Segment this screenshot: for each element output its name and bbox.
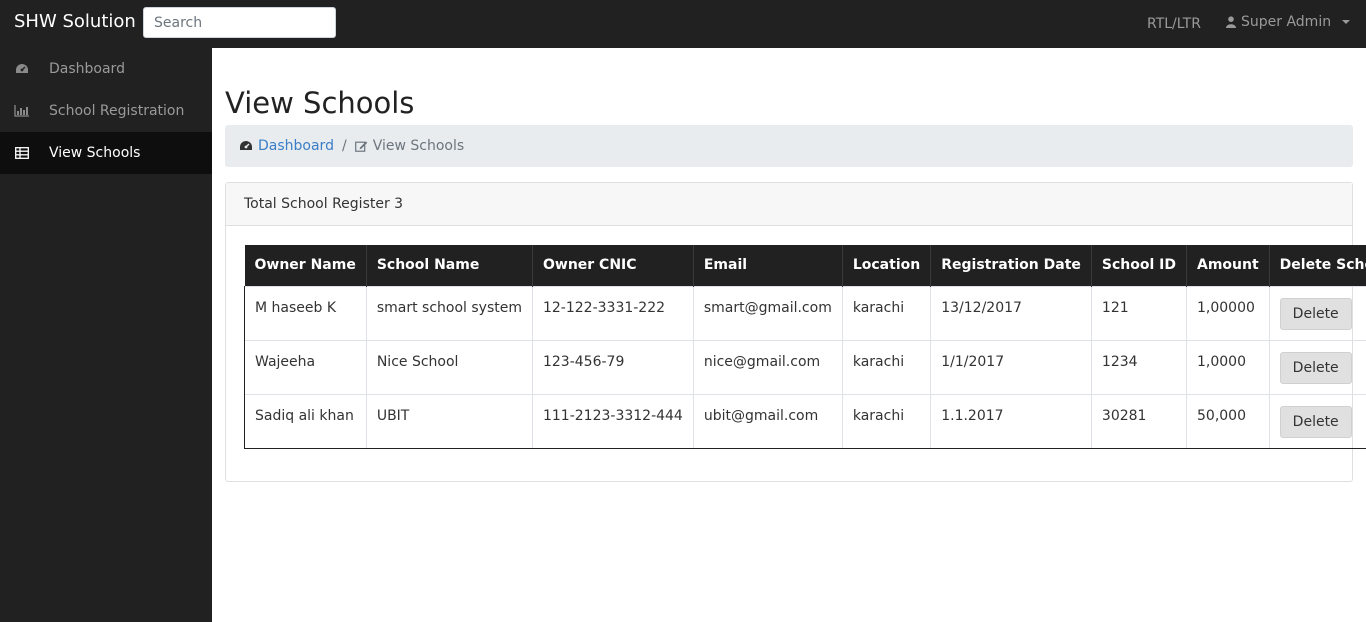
cell-school-id: 121 xyxy=(1091,285,1188,340)
card-header: Total School Register 3 xyxy=(226,183,1352,226)
delete-button[interactable]: Delete xyxy=(1279,351,1352,384)
column-header: Owner Name xyxy=(244,245,367,286)
cell-school-name: smart school system xyxy=(366,285,533,340)
sidebar-item-label: Dashboard xyxy=(49,61,125,77)
breadcrumb-dashboard-link[interactable]: Dashboard xyxy=(239,138,334,154)
breadcrumb-separator: / xyxy=(341,138,347,154)
cell-registration-date: 13/12/2017 xyxy=(930,285,1092,340)
cell-school-name: UBIT xyxy=(366,393,533,449)
column-header: School Name xyxy=(366,245,533,286)
cell-email: nice@gmail.com xyxy=(693,339,843,394)
edit-icon xyxy=(354,141,367,152)
column-header: Email xyxy=(693,245,843,286)
bar-chart-icon xyxy=(0,105,49,117)
cell-location: karachi xyxy=(842,393,932,449)
breadcrumb-current-label: View Schools xyxy=(372,138,465,154)
cell-amount: 1,00000 xyxy=(1186,285,1270,340)
schools-card: Total School Register 3 Owner Name Schoo… xyxy=(225,182,1366,482)
rtl-ltr-toggle[interactable]: RTL/LTR xyxy=(1147,16,1201,32)
cell-registration-date: 1.1.2017 xyxy=(930,393,1092,449)
cell-owner-cnic: 123-456-79 xyxy=(532,339,694,394)
cell-location: karachi xyxy=(842,339,932,394)
table-header-row: Owner Name School Name Owner CNIC Email … xyxy=(244,245,1366,286)
cell-owner-name: Sadiq ali khan xyxy=(244,393,367,449)
cell-amount: 1,0000 xyxy=(1186,339,1270,394)
user-icon xyxy=(1226,16,1236,28)
sidebar-item-view-schools[interactable]: View Schools xyxy=(0,132,212,174)
dashboard-icon xyxy=(0,63,49,75)
cell-school-name: Nice School xyxy=(366,339,533,394)
table-icon xyxy=(0,147,49,159)
table-row: Wajeeha Nice School 123-456-79 nice@gmai… xyxy=(244,339,1366,394)
column-header: Amount xyxy=(1186,245,1270,286)
column-header: Location xyxy=(842,245,932,286)
sidebar: Dashboard School Registration View Schoo… xyxy=(0,48,212,622)
cell-delete: Delete xyxy=(1269,339,1366,394)
search-input[interactable] xyxy=(143,7,336,38)
caret-down-icon xyxy=(1342,20,1351,24)
cell-owner-cnic: 12-122-3331-222 xyxy=(532,285,694,340)
column-header: School ID xyxy=(1091,245,1188,286)
cell-registration-date: 1/1/2017 xyxy=(930,339,1092,394)
breadcrumb-current: View Schools xyxy=(354,138,465,154)
top-navbar: SHW Solution RTL/LTR Super Admin xyxy=(0,0,1366,48)
column-header: Registration Date xyxy=(930,245,1092,286)
cell-school-id: 1234 xyxy=(1091,339,1188,394)
user-menu[interactable]: Super Admin xyxy=(1226,14,1351,30)
user-name: Super Admin xyxy=(1241,14,1332,30)
sidebar-item-dashboard[interactable]: Dashboard xyxy=(0,48,212,90)
table-row: Sadiq ali khan UBIT 111-2123-3312-444 ub… xyxy=(244,393,1366,449)
cell-school-id: 30281 xyxy=(1091,393,1188,449)
cell-location: karachi xyxy=(842,285,932,340)
main-content: View Schools Dashboard / View Schools To… xyxy=(212,48,1366,622)
sidebar-item-label: School Registration xyxy=(49,103,185,119)
cell-owner-name: Wajeeha xyxy=(244,339,367,394)
schools-table: Owner Name School Name Owner CNIC Email … xyxy=(244,245,1366,449)
cell-delete: Delete xyxy=(1269,285,1366,340)
page-title: View Schools xyxy=(225,86,415,120)
cell-delete: Delete xyxy=(1269,393,1366,449)
cell-amount: 50,000 xyxy=(1186,393,1270,449)
dashboard-icon xyxy=(240,141,252,150)
table-row: M haseeb K smart school system 12-122-33… xyxy=(244,285,1366,340)
delete-button[interactable]: Delete xyxy=(1279,297,1352,330)
cell-owner-cnic: 111-2123-3312-444 xyxy=(532,393,694,449)
cell-email: ubit@gmail.com xyxy=(693,393,843,449)
breadcrumb: Dashboard / View Schools xyxy=(225,125,1353,167)
breadcrumb-home-label: Dashboard xyxy=(258,138,334,154)
brand-logo[interactable]: SHW Solution xyxy=(14,11,136,32)
column-header: Owner CNIC xyxy=(532,245,694,286)
sidebar-item-school-registration[interactable]: School Registration xyxy=(0,90,212,132)
delete-button[interactable]: Delete xyxy=(1279,405,1352,438)
cell-owner-name: M haseeb K xyxy=(244,285,367,340)
sidebar-item-label: View Schools xyxy=(49,145,141,161)
column-header: Delete School xyxy=(1269,245,1366,286)
cell-email: smart@gmail.com xyxy=(693,285,843,340)
